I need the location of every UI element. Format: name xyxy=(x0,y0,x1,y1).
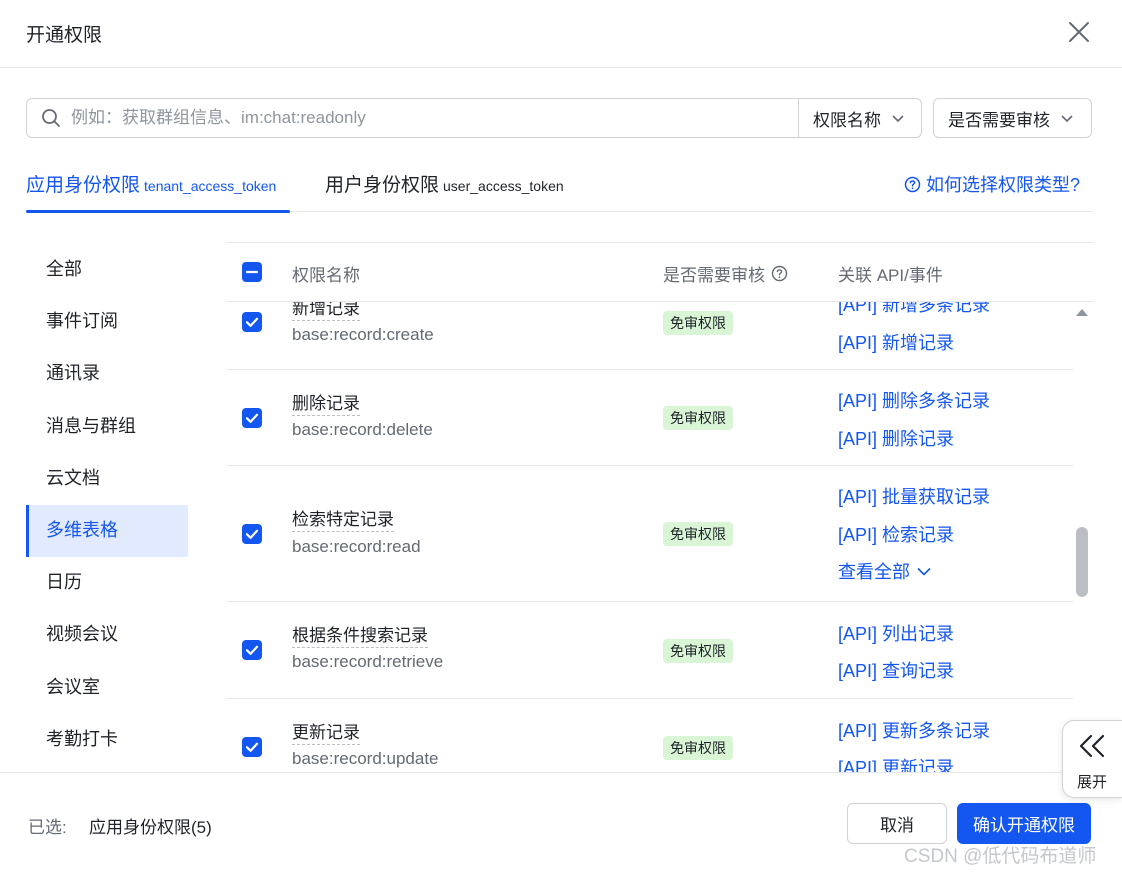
api-link[interactable]: [API] 新增多条记录 xyxy=(838,302,990,317)
token-tabs: 应用身份权限 tenant_access_token 用户身份权限 user_acc… xyxy=(26,158,1092,213)
needs-review-select-label: 是否需要审核 xyxy=(948,110,1050,130)
api-link[interactable]: [API] 删除记录 xyxy=(838,425,954,451)
expand-label: 展开 xyxy=(1077,774,1108,791)
sidebar-item-video-meeting[interactable]: 视频会议 xyxy=(26,609,188,661)
cancel-button[interactable]: 取消 xyxy=(847,803,947,844)
permission-table: 权限名称 是否需要审核 关联 API/事件 新增记录 base:record:c… xyxy=(227,242,1093,772)
expand-panel-button[interactable]: 展开 xyxy=(1062,720,1122,798)
chevron-down-icon xyxy=(892,115,904,123)
close-button[interactable] xyxy=(1065,18,1093,46)
scrollbar-thumb[interactable] xyxy=(1076,527,1088,597)
api-link[interactable]: [API] 查询记录 xyxy=(838,657,954,683)
api-link[interactable]: [API] 更新记录 xyxy=(838,754,954,772)
permission-code: base:record:read xyxy=(292,537,421,556)
double-chevron-left-icon xyxy=(1079,734,1105,758)
table-row: 根据条件搜索记录 base:record:retrieve 免审权限 [API]… xyxy=(227,602,1073,699)
sidebar-item-contacts[interactable]: 通讯录 xyxy=(26,348,188,400)
table-row: 删除记录 base:record:delete 免审权限 [API] 删除多条记… xyxy=(227,370,1073,466)
sidebar-item-bitable[interactable]: 多维表格 xyxy=(26,504,188,558)
tab-sub-label: user_access_token xyxy=(443,178,564,194)
status-badge: 免审权限 xyxy=(663,311,733,335)
check-icon xyxy=(245,317,259,327)
watermark: CSDN @低代码布道师 xyxy=(904,846,1097,867)
view-all-link[interactable]: 查看全部 xyxy=(838,558,932,584)
search-icon xyxy=(42,109,60,127)
close-icon xyxy=(1069,22,1089,42)
check-icon xyxy=(245,742,259,752)
table-row: 更新记录 base:record:update 免审权限 [API] 更新多条记… xyxy=(227,699,1073,772)
permission-name: 新增记录 xyxy=(292,302,360,321)
sidebar-item-calendar[interactable]: 日历 xyxy=(26,557,188,609)
question-circle-icon xyxy=(904,176,921,192)
tab-label: 用户身份权限 xyxy=(325,175,440,196)
selected-value: 应用身份权限(5) xyxy=(89,818,212,837)
api-link[interactable]: [API] 新增记录 xyxy=(838,329,954,355)
sidebar-item-meeting-room[interactable]: 会议室 xyxy=(26,662,188,714)
sidebar-item-all[interactable]: 全部 xyxy=(26,244,188,296)
dialog-title: 开通权限 xyxy=(26,25,103,46)
status-badge: 免审权限 xyxy=(663,736,733,760)
table-header: 权限名称 是否需要审核 关联 API/事件 xyxy=(227,242,1093,302)
sidebar-item-docs[interactable]: 云文档 xyxy=(26,453,188,505)
tab-user-access[interactable]: 用户身份权限 user_access_token xyxy=(325,170,564,212)
api-link[interactable]: [API] 删除多条记录 xyxy=(838,387,990,413)
table-body[interactable]: 新增记录 base:record:create 免审权限 [API] 新增多条记… xyxy=(227,302,1073,772)
sidebar-item-events[interactable]: 事件订阅 xyxy=(26,296,188,348)
tab-tenant-access[interactable]: 应用身份权限 tenant_access_token xyxy=(26,170,291,213)
indeterminate-icon xyxy=(245,270,259,274)
row-checkbox[interactable] xyxy=(242,524,262,544)
permission-code: base:record:delete xyxy=(292,420,433,439)
category-sidebar: 全部 事件订阅 通讯录 消息与群组 云文档 多维表格 日历 视频会议 会议室 考… xyxy=(26,244,188,766)
row-checkbox[interactable] xyxy=(242,737,262,757)
permission-code: base:record:retrieve xyxy=(292,652,444,671)
tab-sub-label: tenant_access_token xyxy=(144,178,277,194)
chevron-down-icon xyxy=(917,567,931,576)
column-header-api: 关联 API/事件 xyxy=(838,266,943,285)
status-badge: 免审权限 xyxy=(663,406,733,430)
column-header-name: 权限名称 xyxy=(292,266,360,285)
table-row: 检索特定记录 base:record:read 免审权限 [API] 批量获取记… xyxy=(227,466,1073,602)
check-icon xyxy=(245,413,259,423)
permission-code: base:record:create xyxy=(292,325,434,344)
sidebar-item-attendance[interactable]: 考勤打卡 xyxy=(26,714,188,766)
select-all-checkbox[interactable] xyxy=(242,262,262,282)
selected-label: 已选: xyxy=(28,818,67,837)
dialog-footer: 已选: 应用身份权限(5) 取消 确认开通权限 CSDN @低代码布道师 xyxy=(0,772,1122,873)
permission-name: 检索特定记录 xyxy=(292,509,394,532)
status-badge: 免审权限 xyxy=(663,522,733,546)
row-checkbox[interactable] xyxy=(242,640,262,660)
api-link[interactable]: [API] 列出记录 xyxy=(838,620,954,646)
row-checkbox[interactable] xyxy=(242,408,262,428)
permission-name-select[interactable]: 权限名称 xyxy=(813,99,905,137)
confirm-button[interactable]: 确认开通权限 xyxy=(957,803,1091,844)
search-divider xyxy=(798,99,799,137)
sidebar-item-messages[interactable]: 消息与群组 xyxy=(26,401,188,453)
status-badge: 免审权限 xyxy=(663,639,733,663)
dialog-header: 开通权限 xyxy=(0,0,1122,68)
scroll-up-arrow-icon[interactable] xyxy=(1075,307,1089,317)
question-circle-icon[interactable] xyxy=(771,265,788,282)
view-all-label: 查看全部 xyxy=(838,562,910,582)
column-header-audit: 是否需要审核 xyxy=(663,261,788,286)
permission-name: 根据条件搜索记录 xyxy=(292,625,428,648)
check-icon xyxy=(245,529,259,539)
row-checkbox[interactable] xyxy=(242,312,262,332)
permission-name: 删除记录 xyxy=(292,393,360,416)
search-input[interactable] xyxy=(71,100,791,136)
check-icon xyxy=(245,645,259,655)
api-link[interactable]: [API] 更新多条记录 xyxy=(838,717,990,743)
table-row: 新增记录 base:record:create 免审权限 [API] 新增多条记… xyxy=(227,302,1073,370)
search-bar: 权限名称 xyxy=(26,98,922,138)
permission-name-select-label: 权限名称 xyxy=(813,110,881,130)
permission-name: 更新记录 xyxy=(292,722,360,745)
api-link[interactable]: [API] 检索记录 xyxy=(838,521,954,547)
column-header-audit-label: 是否需要审核 xyxy=(663,266,765,285)
api-link[interactable]: [API] 批量获取记录 xyxy=(838,483,990,509)
needs-review-select[interactable]: 是否需要审核 xyxy=(933,98,1092,138)
permission-code: base:record:update xyxy=(292,749,439,768)
tab-label: 应用身份权限 xyxy=(26,175,141,196)
help-link[interactable]: 如何选择权限类型? xyxy=(904,171,1080,197)
chevron-down-icon xyxy=(1061,115,1073,123)
help-link-label: 如何选择权限类型? xyxy=(925,175,1080,195)
